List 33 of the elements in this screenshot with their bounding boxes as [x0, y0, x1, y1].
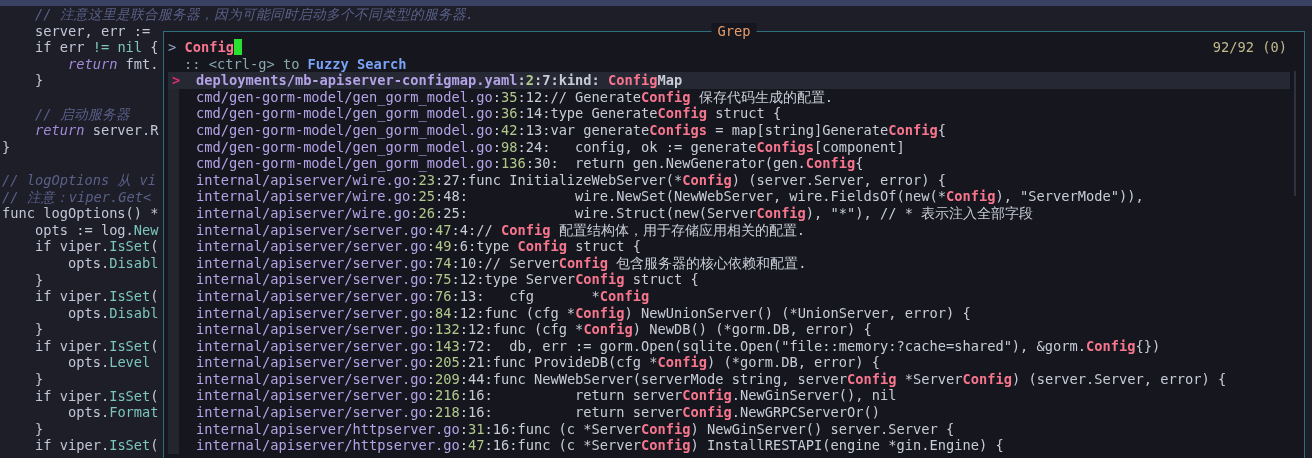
scrollbar[interactable]	[1294, 71, 1296, 196]
code-line: return fmt.	[66, 55, 159, 73]
window-title: Grep	[711, 23, 757, 39]
code-line: if viper.IsSet(	[33, 337, 159, 355]
prompt-symbol: >	[168, 39, 178, 56]
code-line: if viper.IsSet(	[33, 288, 159, 305]
code-line: }	[33, 271, 44, 289]
code-line: opts.Level	[66, 354, 151, 372]
result-row[interactable]: > deployments/mb-apiserver-configmap.yaml:2:7:kind: ConfigMap	[168, 72, 1290, 89]
code-line: opts := log.New	[33, 221, 159, 239]
code-line: func logOptions() *	[2, 205, 159, 222]
search-field[interactable]: Config	[184, 39, 234, 56]
code-line: // 启动服务器	[33, 105, 130, 123]
code-line: }	[2, 138, 11, 156]
code-line: opts.Disabl	[66, 304, 159, 322]
code-line: opts.Format	[66, 404, 159, 421]
code-line: if viper.IsSet(	[33, 387, 159, 405]
code-line: // logOptions 从 vi	[2, 171, 157, 189]
code-line: if err != nil {	[33, 39, 159, 56]
code-line: // 注意：viper.Get<	[2, 188, 152, 206]
code-line: if viper.IsSet(	[33, 437, 159, 455]
code-line: opts.Disabl	[66, 254, 159, 272]
code-line: if viper.IsSet(	[33, 238, 159, 255]
match-counter: 92/92 (0)	[1212, 39, 1287, 56]
code-line: }	[33, 72, 44, 89]
code-line: }	[33, 371, 44, 388]
code-line: server, err :=	[33, 22, 151, 40]
code-line: }	[33, 321, 44, 338]
hint-text: :: <ctrl-g> to Fuzzy Search	[183, 55, 407, 73]
code-line: return server.R	[33, 122, 159, 139]
code-line: // 注意这里是联合服务器，因为可能同时启动多个不同类型的服务器.	[33, 6, 474, 23]
code-line: }	[33, 420, 44, 438]
text-cursor	[233, 39, 242, 56]
